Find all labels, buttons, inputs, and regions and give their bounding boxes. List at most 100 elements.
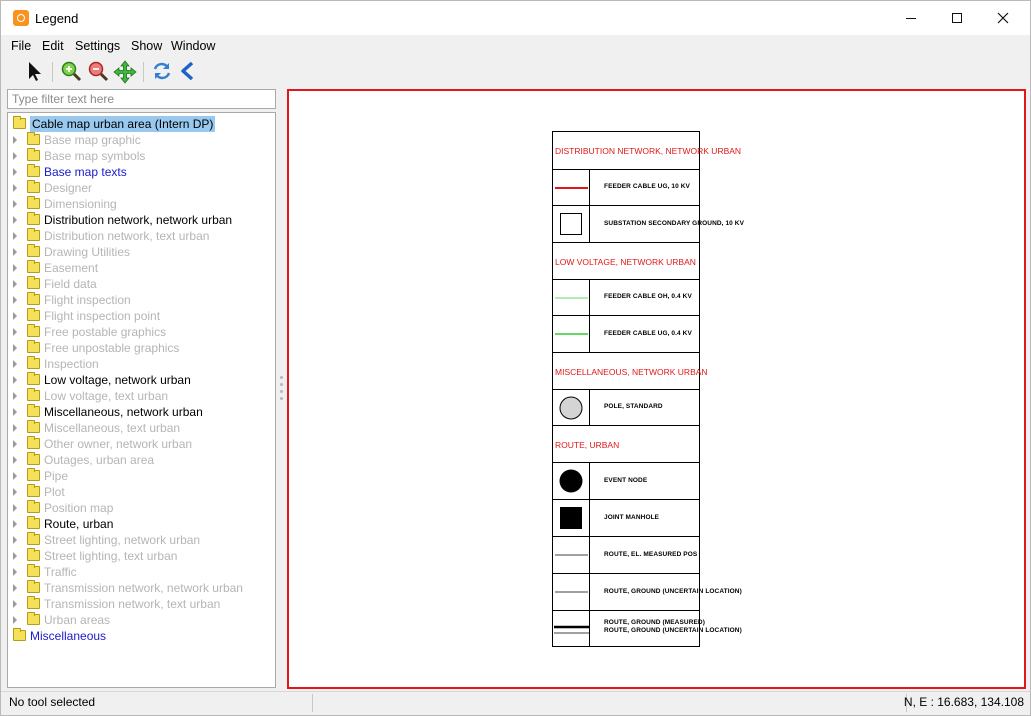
tree-item[interactable]: Plot	[8, 484, 275, 500]
layer-tree[interactable]: Cable map urban area (Intern DP) Base map…	[7, 112, 276, 688]
tree-item[interactable]: Free unpostable graphics	[8, 340, 275, 356]
tree-item[interactable]: Flight inspection	[8, 292, 275, 308]
expand-arrow-icon[interactable]	[13, 168, 17, 176]
menu-file[interactable]: File	[11, 39, 31, 53]
select-pointer-icon	[29, 62, 41, 81]
expand-arrow-icon[interactable]	[13, 504, 17, 512]
expand-arrow-icon[interactable]	[13, 440, 17, 448]
tree-item[interactable]: Street lighting, network urban	[8, 532, 275, 548]
folder-icon	[27, 388, 40, 401]
filter-input[interactable]	[7, 89, 276, 109]
menu-window[interactable]: Window	[171, 39, 215, 53]
expand-arrow-icon[interactable]	[13, 200, 17, 208]
expand-arrow-icon[interactable]	[13, 280, 17, 288]
expand-arrow-icon[interactable]	[13, 328, 17, 336]
tree-item[interactable]: Base map symbols	[8, 148, 275, 164]
tree-item[interactable]: Pipe	[8, 468, 275, 484]
expand-arrow-icon[interactable]	[13, 312, 17, 320]
expand-arrow-icon[interactable]	[13, 568, 17, 576]
expand-arrow-icon[interactable]	[13, 424, 17, 432]
title-bar[interactable]: Legend	[1, 1, 1030, 35]
refresh-button[interactable]	[151, 60, 173, 82]
tree-item[interactable]: Field data	[8, 276, 275, 292]
menu-edit[interactable]: Edit	[42, 39, 64, 53]
folder-icon	[27, 340, 40, 353]
folder-icon	[27, 452, 40, 465]
folder-icon	[27, 260, 40, 273]
tree-item-label: Low voltage, text urban	[44, 389, 169, 403]
folder-icon	[27, 292, 40, 305]
expand-arrow-icon[interactable]	[13, 392, 17, 400]
tree-item[interactable]: Outages, urban area	[8, 452, 275, 468]
close-button[interactable]	[980, 1, 1026, 35]
tree-item[interactable]: Traffic	[8, 564, 275, 580]
zoom-out-button[interactable]	[87, 60, 109, 82]
window-title: Legend	[35, 11, 79, 26]
expand-arrow-icon[interactable]	[13, 216, 17, 224]
maximize-button[interactable]	[934, 1, 980, 35]
expand-arrow-icon[interactable]	[13, 232, 17, 240]
tree-item[interactable]: Route, urban	[8, 516, 275, 532]
tree-item[interactable]: Inspection	[8, 356, 275, 372]
tree-item[interactable]: Free postable graphics	[8, 324, 275, 340]
legend-item-row: ROUTE, GROUND (MEASURED) ROUTE, GROUND (U…	[553, 610, 742, 646]
legend-item-label: ROUTE, GROUND (UNCERTAIN LOCATION)	[604, 587, 742, 595]
refresh-icon	[153, 62, 171, 80]
tree-item-label: Cable map urban area (Intern DP)	[30, 116, 216, 132]
tree-item[interactable]: Miscellaneous, text urban	[8, 420, 275, 436]
tree-item[interactable]: Other owner, network urban	[8, 436, 275, 452]
menu-settings[interactable]: Settings	[75, 39, 120, 53]
tree-item[interactable]: Base map graphic	[8, 132, 275, 148]
tree-item[interactable]: Flight inspection point	[8, 308, 275, 324]
tree-item-label: Designer	[44, 181, 93, 195]
splitter-handle[interactable]	[280, 376, 284, 406]
expand-arrow-icon[interactable]	[13, 152, 17, 160]
expand-arrow-icon[interactable]	[13, 296, 17, 304]
back-button[interactable]	[177, 60, 199, 82]
tree-item[interactable]: Distribution network, text urban	[8, 228, 275, 244]
expand-arrow-icon[interactable]	[13, 136, 17, 144]
tree-item[interactable]: Cable map urban area (Intern DP)	[8, 116, 275, 132]
folder-icon	[27, 164, 40, 177]
legend-item-label: ROUTE, GROUND (MEASURED)	[604, 619, 705, 626]
expand-arrow-icon[interactable]	[13, 616, 17, 624]
tree-item[interactable]: Position map	[8, 500, 275, 516]
expand-arrow-icon[interactable]	[13, 600, 17, 608]
expand-arrow-icon[interactable]	[13, 552, 17, 560]
expand-arrow-icon[interactable]	[13, 408, 17, 416]
tree-item[interactable]: Distribution network, network urban	[8, 212, 275, 228]
expand-arrow-icon[interactable]	[13, 376, 17, 384]
tree-item[interactable]: Transmission network, text urban	[8, 596, 275, 612]
tree-item[interactable]: Base map texts	[8, 164, 275, 180]
minimize-button[interactable]	[888, 1, 934, 35]
select-pointer-button[interactable]	[24, 60, 46, 82]
tree-item[interactable]: Low voltage, text urban	[8, 388, 275, 404]
tree-item[interactable]: Miscellaneous, network urban	[8, 404, 275, 420]
folder-icon	[27, 420, 40, 433]
pan-button[interactable]	[113, 60, 137, 84]
expand-arrow-icon[interactable]	[13, 184, 17, 192]
tree-item[interactable]: Street lighting, text urban	[8, 548, 275, 564]
legend-item-row: ROUTE, GROUND (UNCERTAIN LOCATION)	[553, 573, 742, 610]
expand-arrow-icon[interactable]	[13, 360, 17, 368]
zoom-in-button[interactable]	[60, 60, 82, 82]
tree-item[interactable]: Low voltage, network urban	[8, 372, 275, 388]
expand-arrow-icon[interactable]	[13, 248, 17, 256]
expand-arrow-icon[interactable]	[13, 472, 17, 480]
tree-item[interactable]: Urban areas	[8, 612, 275, 628]
tree-item[interactable]: Transmission network, network urban	[8, 580, 275, 596]
expand-arrow-icon[interactable]	[13, 264, 17, 272]
expand-arrow-icon[interactable]	[13, 520, 17, 528]
menu-show[interactable]: Show	[131, 39, 162, 53]
tree-item-label: Other owner, network urban	[44, 437, 193, 451]
expand-arrow-icon[interactable]	[13, 488, 17, 496]
expand-arrow-icon[interactable]	[13, 344, 17, 352]
tree-item[interactable]: Drawing Utilities	[8, 244, 275, 260]
tree-item[interactable]: Designer	[8, 180, 275, 196]
tree-item[interactable]: Miscellaneous	[8, 628, 275, 644]
expand-arrow-icon[interactable]	[13, 584, 17, 592]
expand-arrow-icon[interactable]	[13, 456, 17, 464]
tree-item[interactable]: Dimensioning	[8, 196, 275, 212]
tree-item[interactable]: Easement	[8, 260, 275, 276]
expand-arrow-icon[interactable]	[13, 536, 17, 544]
